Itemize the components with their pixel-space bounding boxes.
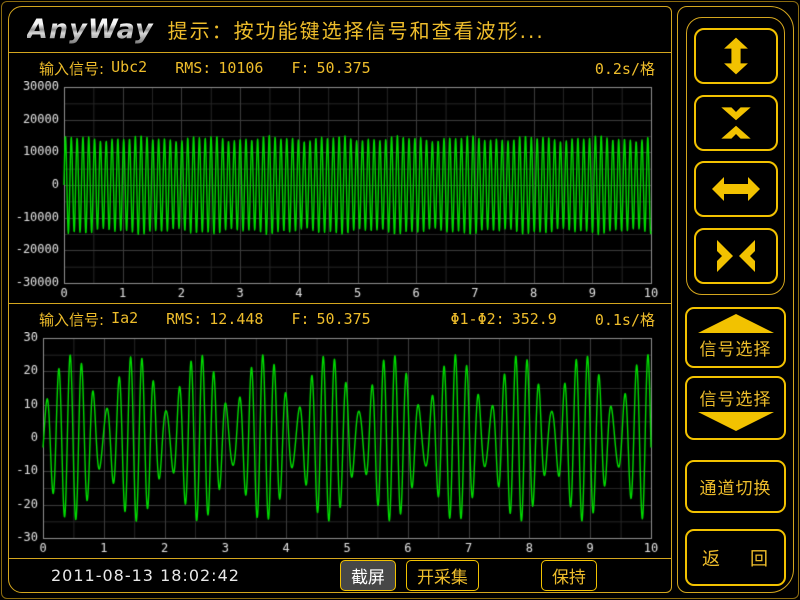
signal-name: Ia2: [111, 309, 138, 330]
rms-label: RMS:: [166, 310, 202, 328]
signal-readout: 输入信号: Ubc2: [39, 58, 147, 79]
signal-select-up-button[interactable]: 信号选择: [685, 307, 786, 368]
sidebar-button-column: 信号选择 信号选择 通道切换 返 回: [677, 6, 794, 593]
freq-value: 50.375: [317, 59, 371, 77]
arrows-horizontal-compress-icon: [712, 238, 760, 274]
rms-label: RMS:: [175, 59, 211, 77]
triangle-down-icon: [698, 412, 774, 431]
freq-label: F:: [291, 59, 309, 77]
arrows-vertical-compress-icon: [714, 103, 758, 143]
phase-label: Φ1-Φ2:: [451, 310, 505, 328]
title-bar: AnyWay 提示：按功能键选择信号和查看波形...: [9, 7, 671, 53]
channel-switch-button[interactable]: 通道切换: [685, 460, 786, 513]
return-label-right: 回: [750, 545, 769, 571]
arrows-horizontal-expand-icon: [712, 171, 760, 207]
signal-label: 输入信号:: [39, 58, 104, 79]
waveform-panel-ia2: 输入信号: Ia2 RMS: 12.448 F: 50.375 Φ1-Φ2: 3…: [9, 304, 671, 559]
return-button[interactable]: 返 回: [685, 529, 786, 586]
signal-select-up-label: 信号选择: [700, 335, 772, 360]
hint-text: 提示：按功能键选择信号和查看波形...: [168, 15, 545, 44]
start-capture-button[interactable]: 开采集: [406, 560, 479, 591]
timebase-readout: 0.2s/格: [595, 58, 655, 79]
signal-name: Ubc2: [111, 58, 147, 79]
horizontal-expand-button[interactable]: [694, 161, 778, 217]
phase-value: 352.9: [512, 310, 557, 328]
channel-switch-label: 通道切换: [700, 474, 772, 499]
horizontal-compress-button[interactable]: [694, 228, 778, 284]
instrument-screen: AnyWay 提示：按功能键选择信号和查看波形... 输入信号: Ubc2 RM…: [0, 0, 800, 600]
signal-label: 输入信号:: [39, 309, 104, 330]
waveform-panel-ubc2: 输入信号: Ubc2 RMS: 10106 F: 50.375 0.2s/格: [9, 53, 671, 304]
arrows-vertical-expand-icon: [714, 36, 758, 76]
panel-header-ubc2: 输入信号: Ubc2 RMS: 10106 F: 50.375 0.2s/格: [9, 53, 671, 81]
status-bar: 2011-08-13 18:02:42 截屏 开采集 保持: [9, 559, 671, 592]
signal-readout: 输入信号: Ia2: [39, 309, 138, 330]
timebase-readout: 0.1s/格: [595, 309, 655, 330]
phase-readout: Φ1-Φ2: 352.9: [451, 310, 557, 328]
main-display-area: AnyWay 提示：按功能键选择信号和查看波形... 输入信号: Ubc2 RM…: [8, 6, 672, 593]
rms-readout: RMS: 12.448: [166, 310, 263, 328]
timestamp: 2011-08-13 18:02:42: [51, 566, 240, 585]
return-label-left: 返: [702, 545, 721, 571]
rms-value: 12.448: [209, 310, 263, 328]
signal-select-down-label: 信号选择: [700, 385, 772, 410]
triangle-up-icon: [698, 314, 774, 333]
screenshot-button[interactable]: 截屏: [340, 560, 396, 591]
panel-header-ia2: 输入信号: Ia2 RMS: 12.448 F: 50.375 Φ1-Φ2: 3…: [9, 304, 671, 332]
waveform-chart-ia2: [9, 332, 671, 558]
freq-readout: F: 50.375: [291, 59, 370, 77]
vertical-expand-button[interactable]: [694, 28, 778, 84]
anyway-logo: AnyWay: [27, 14, 154, 45]
vertical-compress-button[interactable]: [694, 95, 778, 151]
waveform-chart-ubc2: [9, 81, 671, 303]
hold-button[interactable]: 保持: [541, 560, 597, 591]
signal-select-down-button[interactable]: 信号选择: [685, 376, 786, 441]
waveform-zoom-button-group: [686, 17, 785, 295]
rms-readout: RMS: 10106: [175, 59, 263, 77]
rms-value: 10106: [218, 59, 263, 77]
freq-label: F:: [291, 310, 309, 328]
freq-value: 50.375: [317, 310, 371, 328]
freq-readout: F: 50.375: [291, 310, 370, 328]
